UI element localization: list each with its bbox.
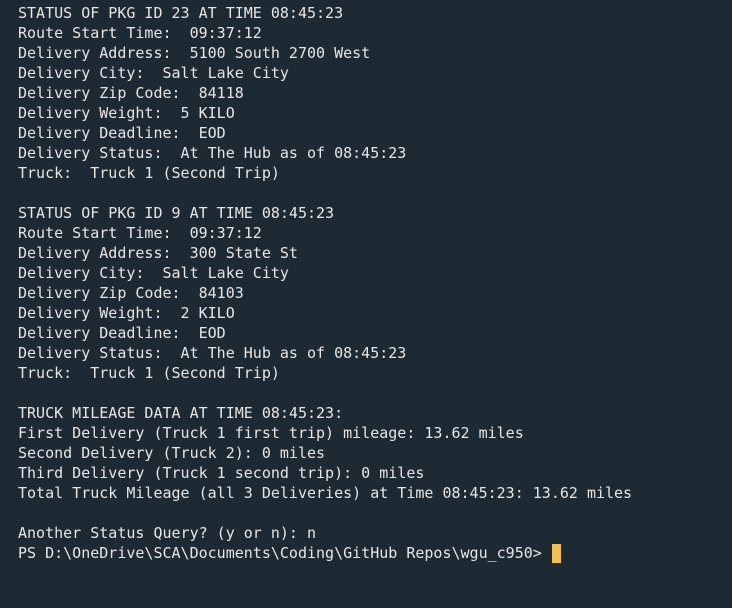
output-line: TRUCK MILEAGE DATA AT TIME 08:45:23: <box>18 404 344 422</box>
output-line: Delivery Weight: 5 KILO <box>18 104 235 122</box>
output-line: Third Delivery (Truck 1 second trip): 0 … <box>18 464 425 482</box>
output-line: STATUS OF PKG ID 9 AT TIME 08:45:23 <box>18 204 335 222</box>
output-line: Delivery Deadline: EOD <box>18 324 226 342</box>
output-line: First Delivery (Truck 1 first trip) mile… <box>18 424 524 442</box>
output-line: STATUS OF PKG ID 23 AT TIME 08:45:23 <box>18 4 344 22</box>
prompt-text: PS D:\OneDrive\SCA\Documents\Coding\GitH… <box>18 544 551 562</box>
output-line: Delivery Address: 5100 South 2700 West <box>18 44 371 62</box>
output-line: Second Delivery (Truck 2): 0 miles <box>18 444 326 462</box>
output-line: Delivery Status: At The Hub as of 08:45:… <box>18 344 407 362</box>
output-line: Delivery City: Salt Lake City <box>18 64 289 82</box>
output-line: Total Truck Mileage (all 3 Deliveries) a… <box>18 484 633 502</box>
output-line: Delivery Weight: 2 KILO <box>18 304 235 322</box>
output-line: Delivery Deadline: EOD <box>18 124 226 142</box>
output-line: Route Start Time: 09:37:12 <box>18 24 262 42</box>
output-line: Delivery Zip Code: 84118 <box>18 84 244 102</box>
output-line: Delivery Status: At The Hub as of 08:45:… <box>18 144 407 162</box>
output-line: Delivery Zip Code: 84103 <box>18 284 244 302</box>
terminal-window[interactable]: STATUS OF PKG ID 23 AT TIME 08:45:23 Rou… <box>0 0 732 608</box>
output-line: Delivery Address: 300 State St <box>18 244 298 262</box>
output-line: Route Start Time: 09:37:12 <box>18 224 262 242</box>
output-line: Another Status Query? (y or n): n <box>18 524 317 542</box>
output-line: Truck: Truck 1 (Second Trip) <box>18 364 280 382</box>
command-prompt[interactable]: PS D:\OneDrive\SCA\Documents\Coding\GitH… <box>18 543 732 563</box>
text-cursor <box>551 543 561 563</box>
terminal-output: STATUS OF PKG ID 23 AT TIME 08:45:23 Rou… <box>18 3 732 543</box>
output-line: Truck: Truck 1 (Second Trip) <box>18 164 280 182</box>
output-line: Delivery City: Salt Lake City <box>18 264 289 282</box>
